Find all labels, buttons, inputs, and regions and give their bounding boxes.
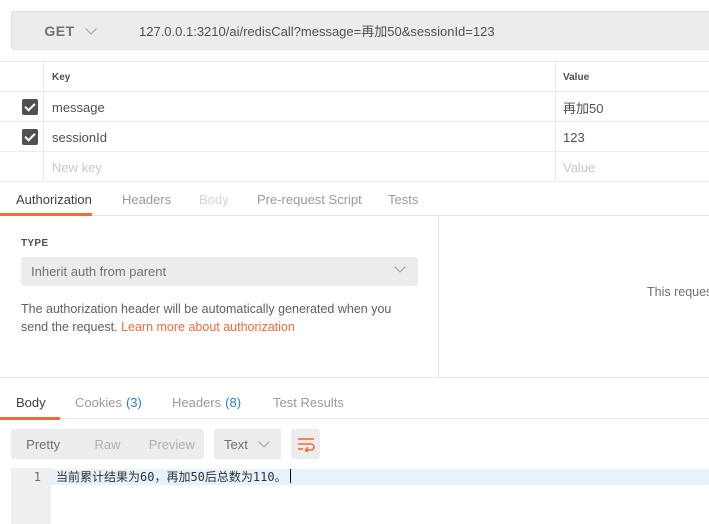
tab-body[interactable]: Body (199, 183, 229, 215)
response-tabs: Body Cookies (3) Headers (8) Test Results (0, 377, 709, 420)
tab-label: Headers (172, 395, 222, 410)
method-select[interactable]: GET (11, 11, 128, 50)
tab-label: Pre-request Script (257, 191, 362, 207)
tab-label: Headers (122, 191, 172, 207)
auth-type-value: Inherit auth from parent (31, 264, 167, 279)
active-tab-indicator (0, 417, 60, 420)
table-row-new: New key Value (0, 152, 709, 182)
tab-label: Body (199, 191, 229, 207)
response-body-text: 当前累计结果为60，再加50后总数为110。 (56, 470, 287, 484)
chevron-down-icon (258, 436, 270, 448)
wrap-lines-icon (297, 438, 315, 452)
table-row: message 再加50 (0, 92, 709, 122)
params-header-row: Key Value (0, 62, 709, 92)
tab-pre-request-script[interactable]: Pre-request Script (257, 183, 362, 215)
line-number: 1 (33, 470, 41, 484)
wrap-lines-button[interactable] (291, 429, 320, 459)
tab-headers[interactable]: Headers (122, 183, 171, 215)
param-checkbox[interactable] (22, 99, 38, 115)
view-mode-segmented: Pretty Raw Preview (11, 429, 204, 459)
params-value-header: Value (555, 62, 709, 92)
param-key[interactable]: sessionId (43, 122, 555, 152)
params-table: Key Value message 再加50 sessionId 123 New… (0, 61, 709, 183)
param-value[interactable]: 再加50 (555, 92, 709, 122)
tab-response-headers[interactable]: Headers (8) (172, 386, 241, 419)
auth-description: The authorization header will be automat… (21, 300, 421, 336)
table-row: sessionId 123 (0, 122, 709, 152)
tab-tests[interactable]: Tests (388, 183, 418, 215)
learn-more-auth-link[interactable]: Learn more about authorization (121, 320, 295, 334)
url-input[interactable]: 127.0.0.1:3210/ai/redisCall?message=再加50… (127, 11, 709, 50)
auth-type-select[interactable]: Inherit auth from parent (21, 257, 418, 286)
new-key-input[interactable]: New key (43, 152, 555, 182)
view-raw-button[interactable]: Raw (75, 437, 139, 452)
tab-label: Body (16, 395, 46, 410)
tab-cookies[interactable]: Cookies (3) (75, 386, 142, 419)
tab-label: Test Results (273, 395, 344, 410)
param-value[interactable]: 123 (555, 122, 709, 152)
chevron-down-icon (394, 261, 406, 273)
method-label: GET (44, 22, 75, 39)
params-key-header: Key (43, 62, 555, 92)
format-select[interactable]: Text (214, 429, 281, 459)
tab-authorization[interactable]: Authorization (0, 183, 92, 216)
param-key[interactable]: message (43, 92, 555, 122)
view-pretty-button[interactable]: Pretty (11, 437, 75, 452)
tab-label: Cookies (75, 395, 122, 410)
format-value: Text (224, 436, 248, 452)
cookies-count-badge: (3) (125, 395, 142, 410)
request-tabs: Authorization Headers Body Pre-request S… (0, 183, 709, 216)
tab-label: Tests (388, 191, 419, 207)
chevron-down-icon (84, 22, 97, 35)
text-cursor (289, 469, 291, 483)
auth-type-label: TYPE (21, 238, 49, 249)
tab-label: Authorization (16, 191, 92, 207)
tab-test-results[interactable]: Test Results (273, 386, 344, 419)
tab-response-body[interactable]: Body (0, 386, 60, 420)
param-checkbox[interactable] (22, 129, 38, 145)
response-body-editor[interactable]: 当前累计结果为60，再加50后总数为110。 (56, 469, 291, 485)
auth-panel (0, 216, 439, 377)
new-value-input[interactable]: Value (555, 152, 709, 182)
view-preview-button[interactable]: Preview (140, 437, 204, 452)
auth-info-message: This reques (647, 285, 709, 299)
headers-count-badge: (8) (225, 395, 242, 410)
